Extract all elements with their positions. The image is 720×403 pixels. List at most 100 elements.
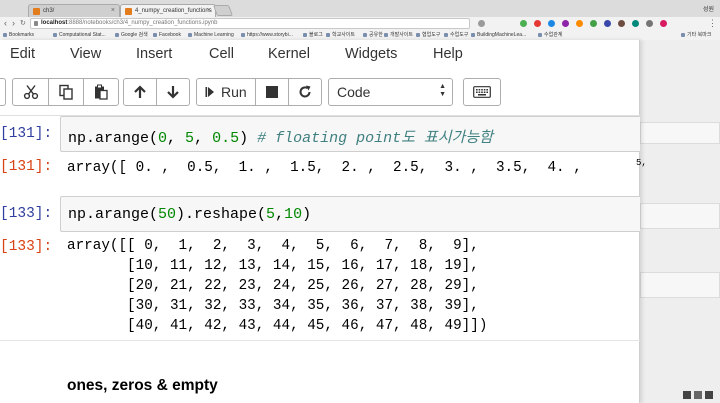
bookmark-item[interactable]: 학교사이트	[325, 30, 355, 40]
select-arrows-icon: ▲ ▼	[439, 83, 446, 98]
bookmark-item[interactable]: 수업도구	[443, 30, 468, 40]
menu-help[interactable]: Help	[433, 45, 463, 63]
output-text: array([ 0. , 0.5, 1. , 1.5, 2. , 2.5, 3.…	[67, 160, 582, 176]
run-button[interactable]: Run	[196, 78, 256, 106]
copy-icon	[59, 84, 73, 100]
address-bar[interactable]: localhost:8888/notebooks/ch3/4_numpy_cre…	[30, 18, 470, 29]
output-prompt: [133]:	[0, 239, 53, 255]
bookmark-item[interactable]: 수업관계	[537, 30, 562, 40]
extension-icon[interactable]	[520, 20, 527, 27]
cell-type-select[interactable]: Code ▲ ▼	[328, 78, 453, 106]
menu-insert[interactable]: Insert	[136, 45, 172, 63]
new-tab-button[interactable]	[212, 5, 234, 16]
menu-edit[interactable]: Edit	[10, 45, 35, 63]
arrow-up-icon	[134, 85, 146, 98]
code-input-area[interactable]: np.arange(50).reshape(5,10)	[60, 196, 640, 232]
menu-cell[interactable]: Cell	[209, 45, 234, 63]
cell-divider	[0, 340, 640, 341]
input-prompt: [133]:	[0, 206, 53, 222]
bookmark-item[interactable]: Computational Stat...	[52, 30, 106, 40]
copy-button[interactable]	[48, 78, 84, 106]
output-line: array([[ 0, 1, 2, 3, 4, 5, 6, 7, 8, 9],	[67, 238, 479, 254]
back-icon[interactable]: ‹	[4, 18, 7, 29]
bookmark-item[interactable]: 협업도구	[415, 30, 440, 40]
input-prompt: [131]:	[0, 126, 53, 142]
side-panel-strip	[640, 203, 720, 229]
output-overflow-text: 5,	[636, 158, 647, 168]
output-line: [30, 31, 32, 33, 34, 35, 36, 37, 38, 39]…	[67, 298, 479, 314]
arrow-down-icon	[167, 86, 179, 99]
jupyter-favicon-icon	[33, 8, 40, 15]
side-panel-strip	[640, 272, 720, 298]
bookmark-item[interactable]: 공유한	[362, 30, 383, 40]
reload-icon[interactable]: ↻	[20, 18, 26, 29]
extension-icon[interactable]	[646, 20, 653, 27]
restart-icon	[299, 85, 311, 98]
run-label: Run	[221, 84, 247, 100]
output-line: [10, 11, 12, 13, 14, 15, 16, 17, 18, 19]…	[67, 258, 479, 274]
close-tab-icon[interactable]: ×	[111, 5, 115, 17]
cell-type-value: Code	[337, 84, 371, 100]
restart-button[interactable]	[288, 78, 322, 106]
keyboard-icon	[473, 86, 491, 98]
address-host: localhost	[41, 20, 68, 26]
address-row: ‹ › ↻ localhost:8888/notebooks/ch3/4_num…	[0, 17, 720, 30]
markdown-heading: ones, zeros & empty	[67, 377, 218, 394]
extension-icon[interactable]	[590, 20, 597, 27]
bookmark-item[interactable]: Facebook	[152, 30, 181, 40]
code-line: np.arange(0, 5, 0.5) # floating point도 표…	[68, 130, 493, 147]
menu-bar: Edit View Insert Cell Kernel Widgets Hel…	[0, 40, 640, 68]
toolbar-button-partial[interactable]	[0, 78, 6, 106]
move-up-button[interactable]	[123, 78, 157, 106]
output-line: [20, 21, 22, 23, 24, 25, 26, 27, 28, 29]…	[67, 278, 479, 294]
cut-button[interactable]	[12, 78, 49, 106]
extension-icon[interactable]	[604, 20, 611, 27]
code-line: np.arange(50).reshape(5,10)	[68, 206, 312, 223]
tab-label: ch3/	[43, 8, 55, 14]
extension-icon[interactable]	[534, 20, 541, 27]
bookmark-item[interactable]: Machine Learning	[187, 30, 234, 40]
bookmark-item[interactable]: https://www.storybi...	[240, 30, 293, 40]
page-background: Edit View Insert Cell Kernel Widgets Hel…	[0, 40, 720, 403]
other-bookmarks[interactable]: 기타 북마크	[680, 30, 711, 40]
move-down-button[interactable]	[156, 78, 190, 106]
extension-icon[interactable]	[576, 20, 583, 27]
code-input-area[interactable]: np.arange(0, 5, 0.5) # floating point도 표…	[60, 116, 640, 152]
paste-icon	[95, 84, 108, 100]
extension-icon[interactable]	[562, 20, 569, 27]
bookmarks-bar: Bookmarks Computational Stat... Google 검…	[0, 30, 720, 40]
bookmark-item[interactable]: Bookmarks	[2, 30, 34, 40]
paste-button[interactable]	[83, 78, 119, 106]
bookmark-item[interactable]: BuildingMachineLea...	[470, 30, 526, 40]
menu-widgets[interactable]: Widgets	[345, 45, 397, 63]
page-corner-icon	[683, 388, 713, 400]
bookmark-item[interactable]: 개발사이트	[383, 30, 413, 40]
profile-label[interactable]: 성원	[703, 4, 714, 13]
browser-tab-ch3[interactable]: ch3/ ×	[28, 4, 120, 17]
output-line: [40, 41, 42, 43, 44, 45, 46, 47, 48, 49]…	[67, 318, 488, 334]
close-tab-icon[interactable]: ×	[207, 5, 211, 17]
jupyter-favicon-icon	[125, 8, 132, 15]
side-panel-strip	[640, 122, 720, 144]
notebook-toolbar: Run Code ▲ ▼	[0, 68, 640, 116]
browser-tab-notebook[interactable]: 4_numpy_creation_functions ×	[120, 4, 216, 17]
tab-label: 4_numpy_creation_functions	[135, 8, 212, 14]
address-path: :8888/notebooks/ch3/4_numpy_creation_fun…	[67, 20, 218, 26]
menu-dots-icon[interactable]: ⋮	[708, 18, 717, 29]
scissors-icon	[23, 85, 38, 100]
extension-icon[interactable]	[660, 20, 667, 27]
bookmark-item[interactable]: 블로그	[302, 30, 323, 40]
run-icon	[205, 87, 214, 97]
notebook-container: Edit View Insert Cell Kernel Widgets Hel…	[0, 40, 647, 403]
extension-icon[interactable]	[632, 20, 639, 27]
forward-icon[interactable]: ›	[12, 18, 15, 29]
interrupt-button[interactable]	[255, 78, 289, 106]
command-palette-button[interactable]	[463, 78, 501, 106]
menu-view[interactable]: View	[70, 45, 101, 63]
extension-icon[interactable]	[548, 20, 555, 27]
menu-kernel[interactable]: Kernel	[268, 45, 310, 63]
extension-icon[interactable]	[618, 20, 625, 27]
bookmark-item[interactable]: Google 검색	[114, 30, 148, 40]
output-prompt: [131]:	[0, 159, 53, 175]
star-icon[interactable]	[478, 20, 485, 27]
